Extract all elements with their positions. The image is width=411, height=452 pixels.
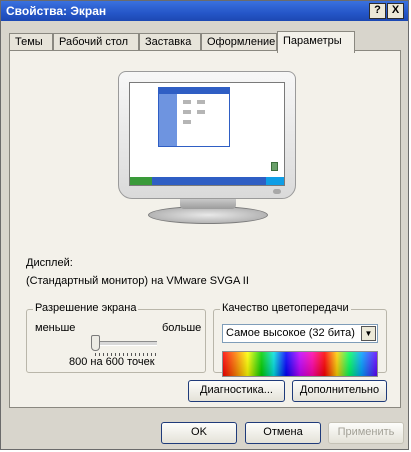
resolution-slider-track[interactable] [95, 341, 157, 346]
resolution-value: 800 на 600 точек [69, 356, 155, 368]
ok-button[interactable]: OK [161, 422, 237, 444]
preview-window-icon [158, 87, 230, 147]
monitor-icon [118, 71, 296, 199]
tab-screensaver[interactable]: Заставка [139, 33, 201, 51]
tab-appearance[interactable]: Оформление [201, 33, 277, 51]
color-quality-group: Качество цветопередачи Самое высокое (32… [213, 302, 387, 377]
window-title: Свойства: Экран [6, 4, 107, 18]
display-label: Дисплей: [26, 257, 73, 269]
preview-item-icon [197, 110, 205, 114]
color-quality-value: Самое высокое (32 бита) [226, 327, 355, 339]
help-button[interactable]: ? [369, 3, 386, 19]
tab-themes[interactable]: Темы [9, 33, 53, 51]
preview-tray [266, 177, 284, 185]
color-quality-title: Качество цветопередачи [220, 302, 351, 314]
recycle-bin-icon [271, 162, 278, 171]
resolution-title: Разрешение экрана [33, 302, 139, 314]
monitor-power-icon [273, 189, 281, 194]
resolution-less-label: меньше [35, 322, 76, 334]
resolution-more-label: больше [162, 322, 202, 334]
resolution-slider-thumb[interactable] [91, 335, 100, 351]
preview-window-sidebar [159, 94, 177, 146]
preview-item-icon [197, 100, 205, 104]
preview-item-icon [183, 100, 191, 104]
tab-desktop[interactable]: Рабочий стол [53, 33, 139, 51]
tab-settings[interactable]: Параметры [277, 31, 355, 53]
display-properties-window: Свойства: Экран ? X Темы Рабочий стол За… [0, 0, 409, 450]
close-button[interactable]: X [387, 3, 404, 19]
troubleshoot-button[interactable]: Диагностика... [188, 380, 285, 402]
monitor-stand-neck [180, 199, 236, 209]
resolution-group: Разрешение экрана меньше больше 800 на 6… [26, 302, 206, 373]
apply-button[interactable]: Применить [328, 422, 404, 444]
cancel-button[interactable]: Отмена [245, 422, 321, 444]
display-value: (Стандартный монитор) на VMware SVGA II [26, 275, 249, 287]
advanced-button[interactable]: Дополнительно [292, 380, 387, 402]
preview-item-icon [183, 110, 191, 114]
title-bar[interactable]: Свойства: Экран ? X [1, 1, 408, 21]
settings-panel: Дисплей: (Стандартный монитор) на VMware… [9, 50, 401, 408]
preview-start-button-icon [130, 177, 152, 185]
monitor-screen-preview [129, 82, 285, 186]
color-spectrum-bar [222, 351, 378, 377]
color-quality-select[interactable]: Самое высокое (32 бита) ▼ [222, 324, 378, 343]
preview-taskbar [130, 177, 284, 185]
preview-item-icon [183, 120, 191, 124]
chevron-down-icon[interactable]: ▼ [361, 326, 376, 341]
